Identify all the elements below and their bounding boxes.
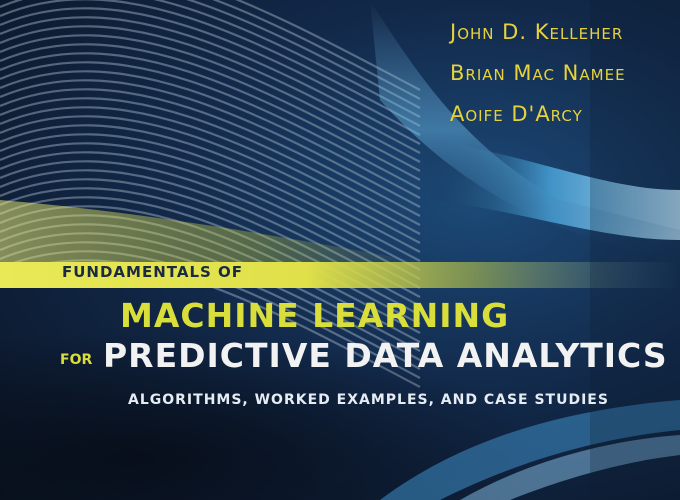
title-line-1: MACHINE LEARNING xyxy=(120,296,510,335)
title-line-2: PREDICTIVE DATA ANALYTICS xyxy=(103,336,668,375)
series-prefix: FUNDAMENTALS OF xyxy=(62,263,244,281)
author-name: John D. Kelleher xyxy=(450,20,624,44)
book-cover: John D. Kelleher Brian Mac Namee Aoife D… xyxy=(0,0,680,500)
author-name: Aoife D'Arcy xyxy=(450,102,583,126)
title-for: FOR xyxy=(60,352,93,368)
author-name: Brian Mac Namee xyxy=(450,61,626,85)
author-list: John D. Kelleher Brian Mac Namee Aoife D… xyxy=(450,12,626,135)
subtitle: ALGORITHMS, WORKED EXAMPLES, AND CASE ST… xyxy=(128,392,609,408)
